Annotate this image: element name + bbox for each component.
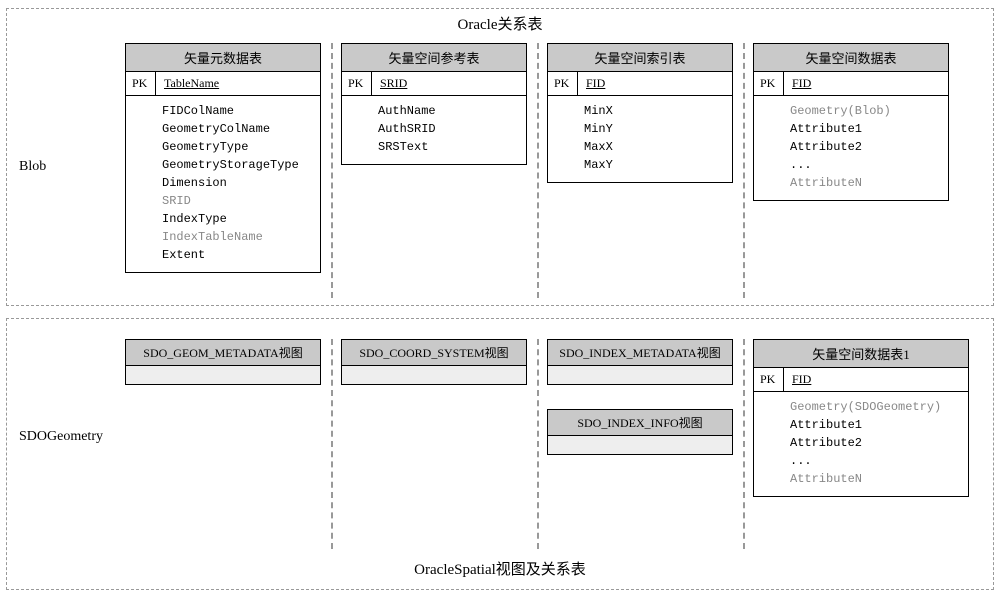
table-title: 矢量元数据表 — [126, 44, 320, 72]
bot-title: OracleSpatial视图及关系表 — [7, 554, 993, 583]
table-metadata: 矢量元数据表 PK TableName FIDColName GeometryC… — [125, 43, 321, 273]
view-body — [126, 366, 320, 384]
top-title: Oracle关系表 — [7, 9, 993, 38]
pk-label: PK — [126, 72, 156, 95]
table-srs: 矢量空间参考表 PK SRID AuthName AuthSRID SRSTex… — [341, 43, 527, 165]
col-data: 矢量空间数据表 PK FID Geometry(Blob) Attribute1… — [743, 43, 959, 298]
table-title: 矢量空间索引表 — [548, 44, 732, 72]
col-view-geom: SDO_GEOM_METADATA视图 — [115, 339, 331, 549]
table-body: Geometry(SDOGeometry) Attribute1 Attribu… — [754, 392, 968, 496]
table-body: AuthName AuthSRID SRSText — [342, 96, 526, 164]
table-body: FIDColName GeometryColName GeometryType … — [126, 96, 320, 272]
view-body — [548, 366, 732, 384]
pk-value: TableName — [156, 72, 320, 95]
table-data-sdo: 矢量空间数据表1 PK FID Geometry(SDOGeometry) At… — [753, 339, 969, 497]
bot-side-label: SDOGeometry — [19, 429, 103, 445]
view-index-info: SDO_INDEX_INFO视图 — [547, 409, 733, 455]
top-side-label: Blob — [19, 159, 46, 175]
table-body: Geometry(Blob) Attribute1 Attribute2 ...… — [754, 96, 948, 200]
col-metadata: 矢量元数据表 PK TableName FIDColName GeometryC… — [115, 43, 331, 298]
col-view-coord: SDO_COORD_SYSTEM视图 — [331, 339, 537, 549]
pk-label: PK — [754, 368, 784, 391]
table-title: 矢量空间参考表 — [342, 44, 526, 72]
col-srs: 矢量空间参考表 PK SRID AuthName AuthSRID SRSTex… — [331, 43, 537, 298]
pk-value: FID — [784, 72, 948, 95]
table-data: 矢量空间数据表 PK FID Geometry(Blob) Attribute1… — [753, 43, 949, 201]
table-title: 矢量空间数据表1 — [754, 340, 968, 368]
view-geom-metadata: SDO_GEOM_METADATA视图 — [125, 339, 321, 385]
view-title: SDO_INDEX_METADATA视图 — [548, 340, 732, 366]
col-data-sdo: 矢量空间数据表1 PK FID Geometry(SDOGeometry) At… — [743, 339, 969, 549]
view-coord-system: SDO_COORD_SYSTEM视图 — [341, 339, 527, 385]
table-index: 矢量空间索引表 PK FID MinX MinY MaxX MaxY — [547, 43, 733, 183]
table-body: MinX MinY MaxX MaxY — [548, 96, 732, 182]
col-view-index: SDO_INDEX_METADATA视图 SDO_INDEX_INFO视图 — [537, 339, 743, 549]
view-title: SDO_INDEX_INFO视图 — [548, 410, 732, 436]
view-title: SDO_COORD_SYSTEM视图 — [342, 340, 526, 366]
pk-value: SRID — [372, 72, 526, 95]
view-body — [342, 366, 526, 384]
pk-label: PK — [754, 72, 784, 95]
view-index-metadata: SDO_INDEX_METADATA视图 — [547, 339, 733, 385]
col-index: 矢量空间索引表 PK FID MinX MinY MaxX MaxY — [537, 43, 743, 298]
table-title: 矢量空间数据表 — [754, 44, 948, 72]
bot-section: SDOGeometry SDO_GEOM_METADATA视图 SDO_COOR… — [6, 318, 994, 590]
pk-value: FID — [784, 368, 968, 391]
pk-value: FID — [578, 72, 732, 95]
view-body — [548, 436, 732, 454]
pk-label: PK — [548, 72, 578, 95]
top-section: Oracle关系表 Blob 矢量元数据表 PK TableName FIDCo… — [6, 8, 994, 306]
view-title: SDO_GEOM_METADATA视图 — [126, 340, 320, 366]
pk-label: PK — [342, 72, 372, 95]
